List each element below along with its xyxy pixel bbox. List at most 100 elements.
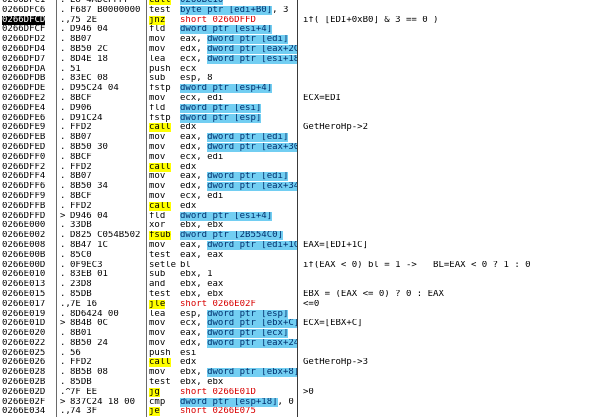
flow-flag-cell: .: [60, 191, 66, 201]
operand-text: edx: [180, 162, 197, 172]
comment-cell: [298, 163, 600, 173]
disasm-row[interactable]: 0266E002. D825 C054B502 fsub dword ptr [2B5…: [0, 231, 600, 241]
disasm-row[interactable]: 0266E020. 8B01 mov eax, dword ptr [ecx]: [0, 329, 600, 339]
mnemonic: fld: [149, 211, 166, 221]
disasm-row[interactable]: 0266E00D. 0F9EC3 setle bl if(EAX < 0) bl = 1…: [0, 260, 600, 271]
disasm-row[interactable]: 0266DFDB. 83EC 08 sub esp, 8: [0, 74, 600, 85]
comment-cell: [298, 329, 600, 339]
disasm-row[interactable]: 0266E017., 7E 16 jle short 0266E02F <=0: [0, 299, 600, 310]
comment-cell: [298, 270, 600, 280]
disasm-row[interactable]: 0266E025. 56 push esi: [0, 348, 600, 359]
comment-cell: [298, 153, 600, 163]
disasm-row[interactable]: 0266DFF2. FFD2 call edx: [0, 162, 600, 173]
address-cell: 0266DFF9: [0, 191, 57, 202]
disassembly-cell: fsub dword ptr [2B554C0]: [147, 231, 298, 241]
disasm-row[interactable]: 0266DFD2. 8B07 mov eax, dword ptr [edi]: [0, 35, 600, 45]
disassembly-cell: lea ecx, dword ptr [esi+18]: [147, 54, 298, 65]
memory-operand: dword ptr [edi]: [207, 35, 289, 45]
operands: dword ptr [esi]: [180, 103, 297, 114]
disassembly-cell: mov eax, dword ptr [edi+1C]: [147, 240, 298, 251]
disasm-row[interactable]: 0266DFC6. F687 B0000000 03test byte ptr [e…: [0, 5, 600, 16]
flow-flag-cell: .: [60, 289, 66, 299]
comment-cell: if(EAX < 0) bl = 1 -> BL=EAX < 0 ? 1 : 0: [303, 260, 531, 270]
disassembly-cell: sub ebx, 1: [147, 270, 298, 281]
disasm-row[interactable]: 0266E028. 8B5B 08 mov ebx, dword ptr [ebx+8…: [0, 368, 600, 379]
disasm-row[interactable]: 0266E01D >8B4B 0C mov ecx, dword ptr [ebx+C…: [0, 319, 600, 330]
disasm-row[interactable]: 0266E026. FFD2 call edx GetHeroHp->3: [0, 358, 600, 369]
disasm-row[interactable]: 0266DFF0. 8BCF mov ecx, edi: [0, 152, 600, 163]
disasm-row[interactable]: 0266DFCD., 75 2E jnz short 0266DFFD if( [EDI…: [0, 15, 600, 26]
operand-text: eax,: [180, 172, 208, 182]
disasm-row[interactable]: 0266DFF9. 8BCF mov ecx, edi: [0, 191, 600, 202]
address-cell: 0266DFE9: [0, 123, 57, 134]
disasm-row[interactable]: 0266DFD7. 8D4E 18 lea ecx, dword ptr [esi+1…: [0, 54, 600, 65]
disasm-row[interactable]: 0266DFE2. 8BCF mov ecx, edi ECX=EDI: [0, 93, 600, 104]
mnemonic: test: [149, 5, 171, 15]
disasm-row[interactable]: 0266E02F >837C24 18 00 cmp dword ptr [esp+1…: [0, 397, 600, 408]
disasm-row[interactable]: 0266DFDE. D95C24 04 fstp dword ptr [esp+4]: [0, 84, 600, 94]
comment-cell: [298, 310, 600, 320]
memory-operand: dword ptr [esi+18]: [207, 54, 297, 64]
disasm-row[interactable]: 0266DFF6. 8B50 34 mov edx, dword ptr [eax+3…: [0, 182, 600, 192]
disasm-row[interactable]: 0266E010. 83EB 01 sub ebx, 1: [0, 270, 600, 281]
disassembly-cell: mov eax, dword ptr [ecx]: [147, 329, 298, 339]
mnemonic: test: [149, 378, 171, 388]
disasm-row[interactable]: 0266E000. 33DB xor ebx, ebx: [0, 221, 600, 232]
disasm-row[interactable]: 0266DFEB. 8B07 mov eax, dword ptr [edi]: [0, 133, 600, 143]
comment-cell: [298, 172, 600, 182]
disasm-row[interactable]: 0266DFD4. 8B50 2C mov edx, dword ptr [eax+2…: [0, 44, 600, 55]
disasm-row[interactable]: 0266E034., 74 3F je short 0266E075: [0, 407, 600, 418]
mnemonic: mov: [149, 191, 166, 201]
disasm-row[interactable]: 0266E02B. 85DB test ebx, ebx: [0, 378, 600, 388]
flow-flag-cell: .: [60, 260, 66, 270]
memory-operand: dword ptr [ebx+8]: [207, 368, 297, 378]
mnemonic: mov: [149, 319, 166, 329]
address-cell: 0266DFDB: [0, 74, 57, 85]
hex-bytes-cell: 8B50 24: [70, 338, 147, 349]
comment-cell: EBX = (EAX <= 0) ? 0 : EAX: [303, 289, 444, 299]
hex-bytes-cell: 8BCF: [70, 93, 147, 104]
comment-cell: [298, 280, 600, 290]
address-cell: 0266E000: [0, 221, 57, 232]
address-cell: 0266E002: [0, 231, 57, 241]
operands: edx, dword ptr [eax+30]: [180, 142, 297, 153]
comment-cell: [298, 251, 600, 261]
address-cell: 0266DFC6: [0, 5, 57, 16]
flow-flag-cell: .: [60, 309, 66, 319]
disasm-row[interactable]: 0266E013. 23D8 and ebx, eax: [0, 280, 600, 290]
disassembly-cell: mov edx, dword ptr [eax+24]: [147, 338, 298, 349]
operand-text: edx,: [180, 44, 208, 54]
hex-bytes-cell: 23D8: [70, 280, 147, 290]
hex-bytes-cell: 75 2E: [70, 15, 147, 26]
disasm-row[interactable]: 0266E015. 85DB test ebx, ebx EBX = (EAX <= 0…: [0, 289, 600, 300]
disasm-row[interactable]: 0266E022. 8B50 24 mov edx, dword ptr [eax+2…: [0, 338, 600, 349]
disasm-row[interactable]: 0266E00B. 85C0 test eax, eax: [0, 250, 600, 261]
disasm-row[interactable]: 0266E008. 8B47 1C mov eax, dword ptr [edi+1…: [0, 240, 600, 251]
disasm-row[interactable]: 0266DFE9. FFD2 call edx GetHeroHp->2: [0, 123, 600, 134]
disassembly-cell: test ebx, ebx: [147, 289, 298, 300]
hex-bytes-cell: D91C24: [70, 113, 147, 124]
disasm-row[interactable]: 0266DFF4. 8B07 mov eax, dword ptr [edi]: [0, 172, 600, 183]
comment-cell: GetHeroHp->2: [303, 123, 369, 133]
flow-flag-cell: .: [60, 358, 66, 368]
disassembly-cell: mov ebx, dword ptr [ebx+8]: [147, 368, 298, 379]
disasm-row[interactable]: 0266DFDA. 51 push ecx: [0, 64, 600, 75]
disassembly-cell: cmp dword ptr [esp+18], 0: [147, 397, 298, 408]
operands: eax, dword ptr [edi+1C]: [180, 240, 297, 251]
disassembly-cell: fld dword ptr [esi]: [147, 103, 298, 114]
disasm-row[interactable]: 0266DFE4. D906 fld dword ptr [esi]: [0, 103, 600, 114]
mnemonic: and: [149, 280, 166, 290]
hex-bytes-cell: FFD2: [70, 201, 147, 212]
disasm-row[interactable]: 0266DFFD > D946 04 fld dword ptr [esi+4]: [0, 211, 600, 222]
disasm-row[interactable]: 0266DFFB. FFD2 call edx: [0, 201, 600, 212]
disasm-row[interactable]: 0266DFED. 8B50 30 mov edx, dword ptr [eax+3…: [0, 142, 600, 153]
disasm-row[interactable]: 0266E02D .^ 7F EE jg short 0266E01D >0: [0, 387, 600, 398]
flow-flag-cell: .: [60, 54, 66, 64]
operand-text: ecx: [180, 64, 197, 74]
operands: ebx, ebx: [180, 378, 297, 388]
disasm-row[interactable]: 0266DFE6. D91C24 fstp dword ptr [esp]: [0, 113, 600, 124]
disasm-row[interactable]: 0266DFCF. D946 04 fld dword ptr [esi+4]: [0, 25, 600, 36]
operands: dword ptr [esi+4]: [180, 211, 297, 222]
disasm-row[interactable]: 0266E019. 8D6424 00 lea esp, dword ptr [esp…: [0, 309, 600, 320]
flow-flag-cell: .: [60, 133, 66, 143]
